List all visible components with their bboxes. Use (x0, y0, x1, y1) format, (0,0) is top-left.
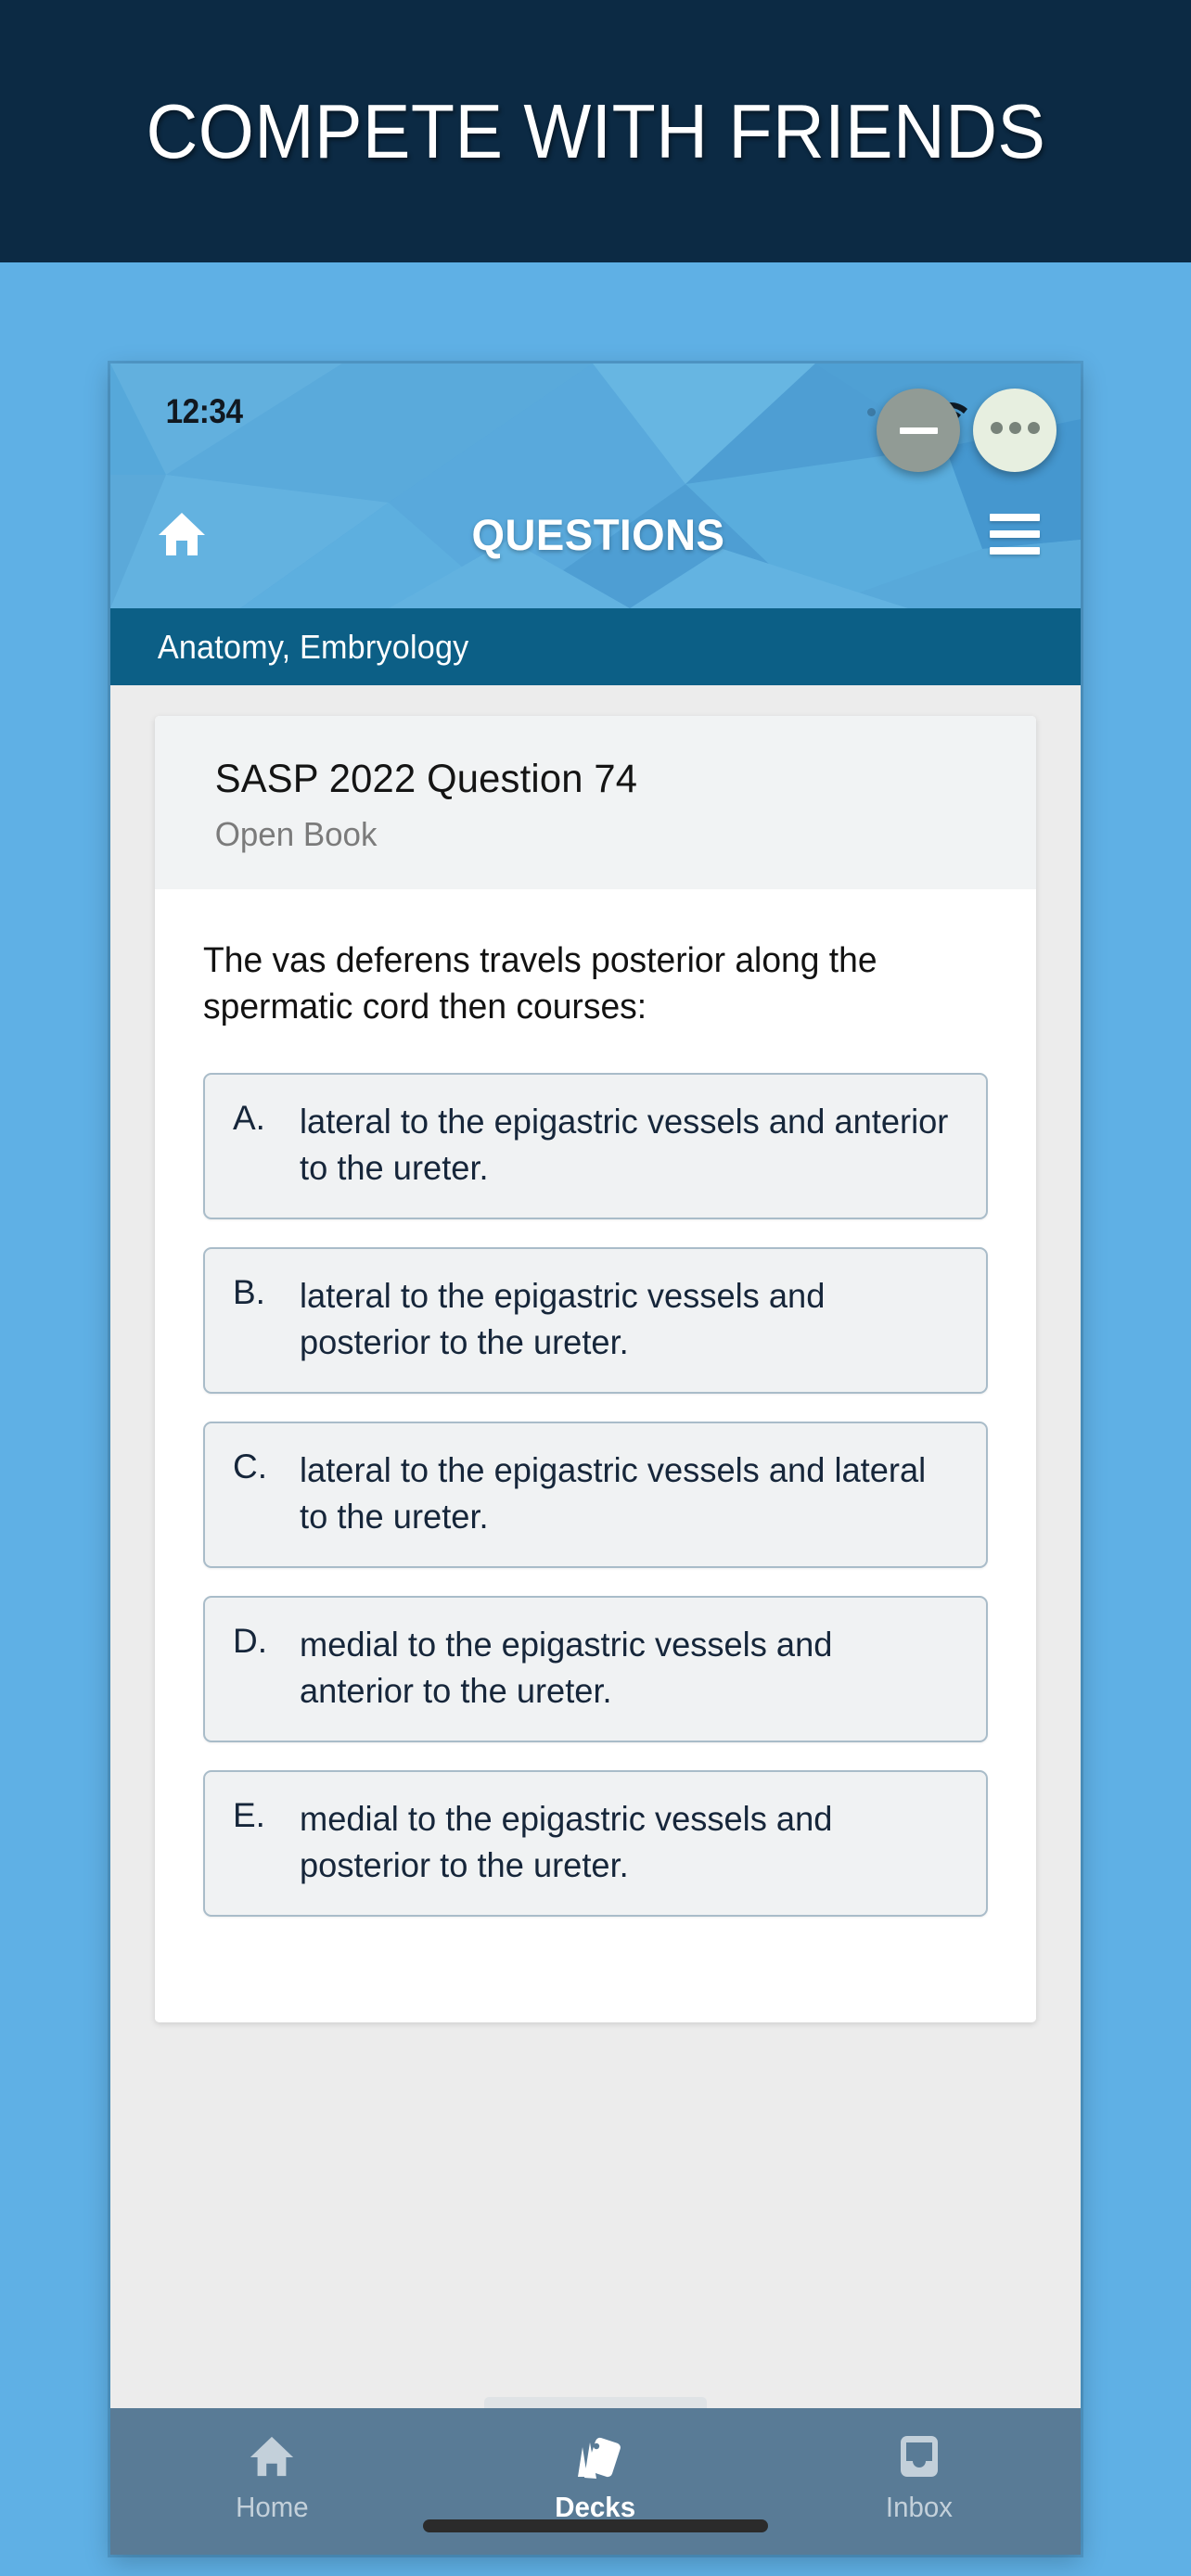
option-text: lateral to the epigastric vessels and an… (300, 1103, 949, 1188)
question-card: SASP 2022 Question 74 Open Book The vas … (155, 716, 1036, 2022)
cards-deck-icon (570, 2430, 621, 2482)
app-nav-bar: QUESTIONS (110, 460, 1081, 608)
option-letter: D. (233, 1621, 267, 1660)
tab-decks[interactable]: Decks (434, 2430, 758, 2524)
inbox-tray-icon (896, 2430, 942, 2482)
tab-label: Home (236, 2491, 309, 2523)
ellipsis-icon (987, 422, 1043, 439)
option-text: medial to the epigastric vessels and pos… (300, 1799, 833, 1884)
promo-banner: COMPETE WITH FRIENDS (0, 0, 1191, 262)
promo-headline: COMPETE WITH FRIENDS (146, 87, 1045, 174)
option-letter: E. (233, 1795, 265, 1834)
option-letter: A. (233, 1099, 265, 1138)
question-card-body: The vas deferens travels posterior along… (155, 889, 1036, 2022)
hamburger-menu-icon[interactable] (990, 514, 1040, 555)
answer-option-b[interactable]: B. lateral to the epigastric vessels and… (203, 1247, 988, 1395)
status-time: 12:34 (165, 392, 243, 430)
question-card-header: SASP 2022 Question 74 Open Book (155, 716, 1036, 889)
answer-option-e[interactable]: E. medial to the epigastric vessels and … (203, 1769, 988, 1917)
home-icon[interactable] (157, 509, 207, 559)
tab-label: Inbox (885, 2491, 953, 2523)
more-options-button[interactable] (973, 389, 1057, 472)
question-subtitle: Open Book (214, 815, 378, 853)
answer-option-c[interactable]: C. lateral to the epigastric vessels and… (203, 1422, 988, 1568)
category-bar: Anatomy, Embryology (110, 608, 1081, 685)
option-text: lateral to the epigastric vessels and la… (300, 1451, 927, 1536)
floating-action-buttons (877, 389, 1057, 472)
answer-option-a[interactable]: A. lateral to the epigastric vessels and… (203, 1073, 988, 1220)
answer-option-d[interactable]: D. medial to the epigastric vessels and … (203, 1595, 988, 1742)
home-icon (248, 2430, 296, 2482)
question-title: SASP 2022 Question 74 (214, 757, 638, 801)
option-letter: B. (233, 1273, 265, 1312)
tab-inbox[interactable]: Inbox (757, 2430, 1081, 2524)
option-text: medial to the epigastric vessels and ant… (300, 1625, 833, 1710)
category-label: Anatomy, Embryology (157, 627, 469, 666)
card-peek-below (484, 2397, 707, 2408)
minus-button[interactable] (877, 389, 960, 472)
phone-frame: 12:34 QUESTIONS Anatomy, Embryology SASP… (110, 363, 1081, 2555)
option-letter: C. (233, 1447, 267, 1486)
page-title: QUESTIONS (471, 509, 725, 559)
tab-home[interactable]: Home (110, 2430, 434, 2524)
option-text: lateral to the epigastric vessels and po… (300, 1277, 826, 1362)
bottom-tab-bar: Home Decks Inbox (110, 2408, 1081, 2555)
minus-icon (899, 427, 938, 434)
app-content-area[interactable]: SASP 2022 Question 74 Open Book The vas … (110, 685, 1081, 2555)
home-indicator[interactable] (423, 2519, 768, 2532)
question-stem: The vas deferens travels posterior along… (203, 941, 877, 1027)
